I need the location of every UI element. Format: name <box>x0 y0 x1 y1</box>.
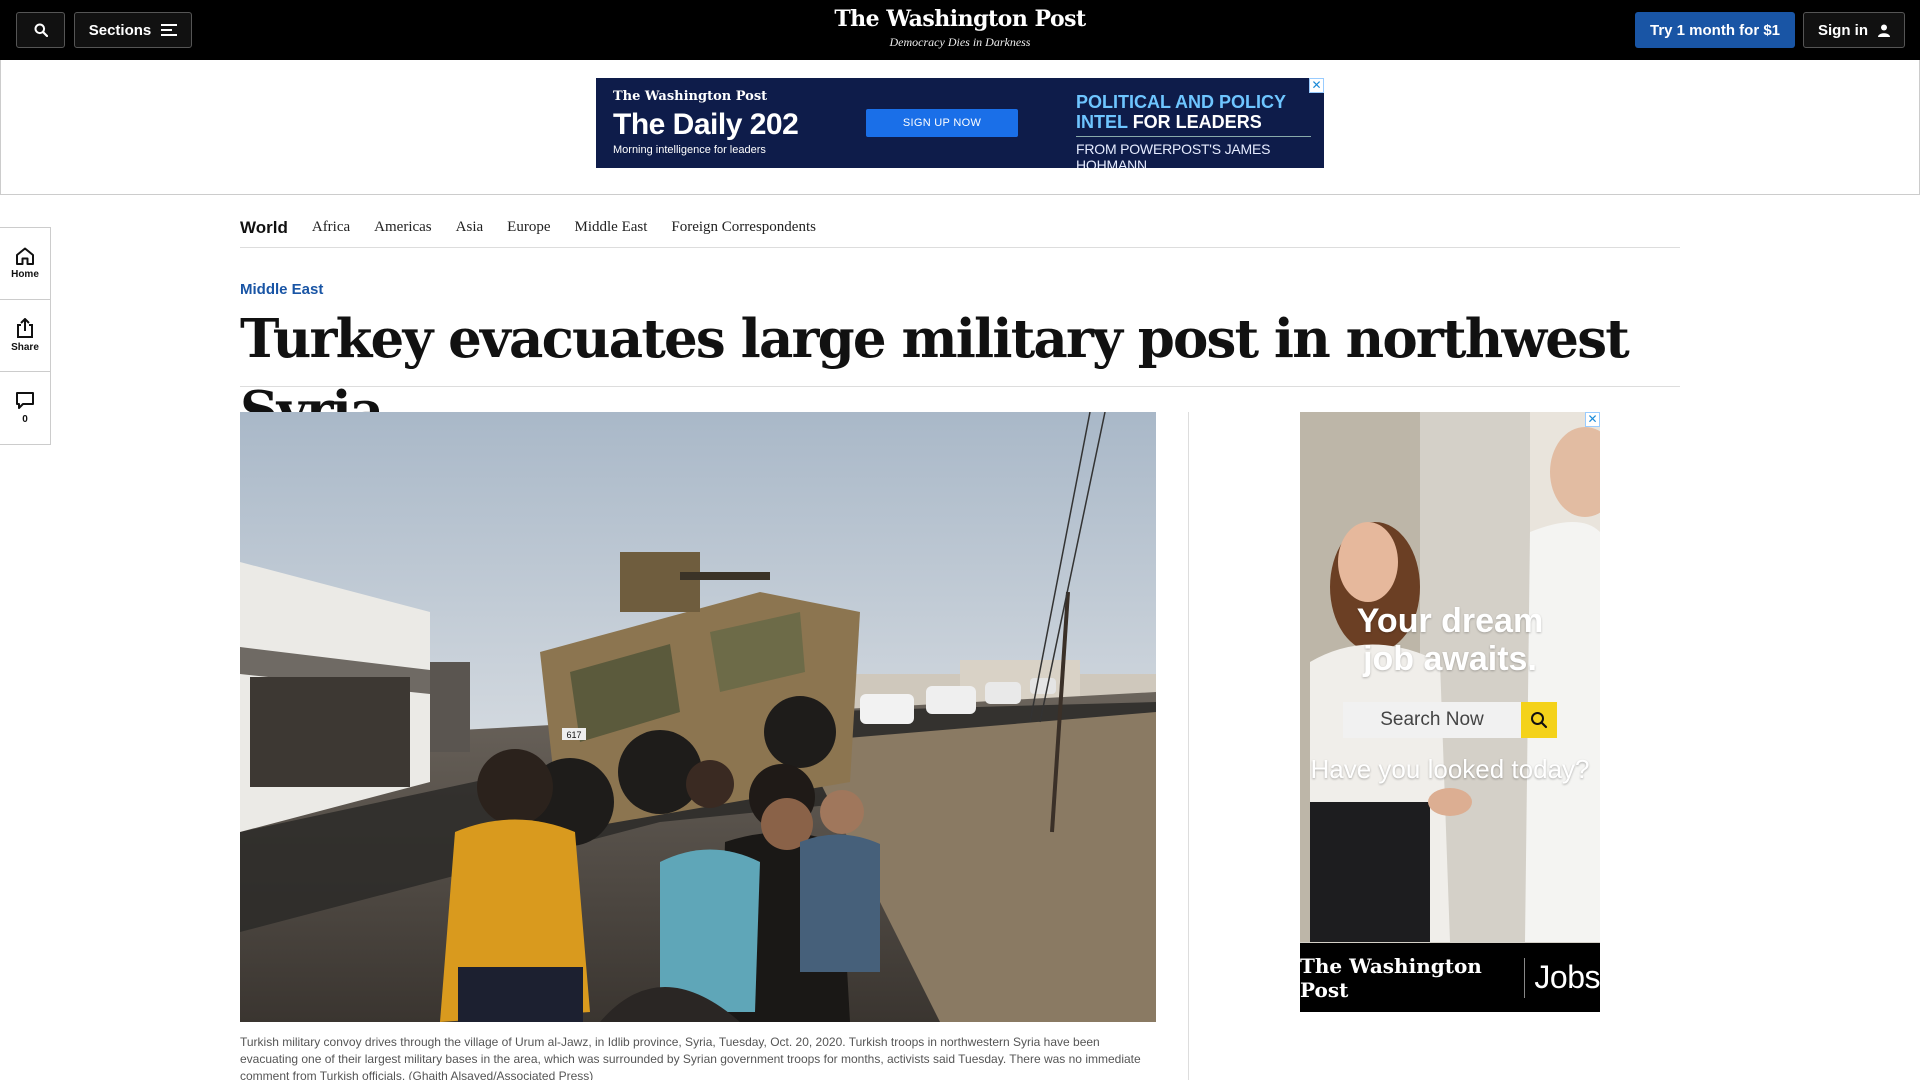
banner-headline-line1: POLITICAL AND POLICY <box>1076 92 1287 112</box>
banner-title: The Daily 202 <box>613 108 799 141</box>
banner-logo: The Washington Post <box>613 89 768 104</box>
user-icon <box>1878 24 1890 37</box>
logo-tagline: Democracy Dies in Darkness <box>889 35 1031 49</box>
side-ad-headline-line1: Your dream <box>1356 602 1544 640</box>
comments-count: 0 <box>22 414 28 425</box>
top-navigation-bar: Sections The Washington Post Democracy D… <box>0 0 1920 60</box>
side-ad-logo: The Washington Post <box>1300 953 1482 1002</box>
section-link-asia[interactable]: Asia <box>456 219 484 236</box>
section-navigation: World Africa Americas Asia Europe Middle… <box>240 208 1680 248</box>
daily-202-banner-ad[interactable]: The Washington Post The Daily 202 Mornin… <box>596 78 1324 168</box>
side-ad-jobs-label: Jobs <box>1534 959 1600 995</box>
sign-in-button[interactable]: Sign in <box>1803 12 1905 48</box>
job-search-button[interactable] <box>1521 702 1557 738</box>
logo-wordmark: The Washington Post <box>834 6 1086 32</box>
jobs-side-ad[interactable]: Your dream job awaits. Search Now Have y… <box>1300 412 1600 1012</box>
banner-signup-button[interactable]: SIGN UP NOW <box>866 109 1018 137</box>
section-link-foreign-correspondents[interactable]: Foreign Correspondents <box>671 219 816 236</box>
section-link-africa[interactable]: Africa <box>312 219 350 236</box>
article-photo[interactable]: 617 <box>240 412 1156 1022</box>
job-search-input[interactable]: Search Now <box>1343 702 1521 738</box>
home-icon <box>16 247 34 265</box>
banner-headline: POLITICAL AND POLICY INTEL FOR LEADERS <box>1076 92 1286 132</box>
search-icon <box>34 23 48 37</box>
banner-headline-intel: INTEL <box>1076 112 1128 132</box>
adchoices-icon[interactable]: ✕ <box>1309 78 1324 93</box>
home-button[interactable]: Home <box>0 228 50 300</box>
comments-button[interactable]: 0 <box>0 372 50 444</box>
banner-from: FROM POWERPOST'S JAMES HOHMANN <box>1076 141 1271 168</box>
vehicle-plate: 617 <box>566 730 581 740</box>
magnifier-icon <box>1531 712 1548 729</box>
headline-divider <box>240 386 1680 387</box>
side-ad-footer-divider <box>1523 957 1525 998</box>
share-label: Share <box>11 342 39 353</box>
side-ad-headline-line2: job awaits. <box>1363 640 1537 678</box>
side-ad-footer: The Washington Post Jobs <box>1300 943 1600 1012</box>
home-label: Home <box>11 269 39 280</box>
sign-in-label: Sign in <box>1818 21 1868 39</box>
sections-button[interactable]: Sections <box>74 12 192 48</box>
left-action-rail: Home Share 0 <box>0 227 51 445</box>
column-divider <box>1188 412 1189 1080</box>
share-button[interactable]: Share <box>0 300 50 372</box>
section-title[interactable]: World <box>240 218 288 238</box>
menu-icon <box>161 24 178 36</box>
article-kicker[interactable]: Middle East <box>240 281 323 298</box>
photo-caption: Turkish military convoy drives through t… <box>240 1035 1141 1080</box>
sections-label: Sections <box>88 21 152 39</box>
section-link-americas[interactable]: Americas <box>374 219 431 236</box>
share-icon <box>17 318 33 338</box>
banner-divider <box>1076 136 1311 137</box>
adchoices-icon[interactable]: ✕ <box>1585 412 1600 427</box>
section-link-europe[interactable]: Europe <box>507 219 550 236</box>
section-link-middle-east[interactable]: Middle East <box>574 219 647 236</box>
banner-subtitle: Morning intelligence for leaders <box>613 144 766 156</box>
subscribe-trial-button[interactable]: Try 1 month for $1 <box>1635 12 1795 48</box>
site-logo[interactable]: The Washington Post Democracy Dies in Da… <box>760 6 1160 50</box>
side-ad-question: Have you looked today? <box>1310 754 1590 784</box>
banner-headline-for-leaders: FOR LEADERS <box>1132 112 1262 132</box>
side-ad-headline: Your dream job awaits. <box>1300 602 1600 678</box>
search-button[interactable] <box>16 12 65 48</box>
comment-icon <box>16 392 34 409</box>
